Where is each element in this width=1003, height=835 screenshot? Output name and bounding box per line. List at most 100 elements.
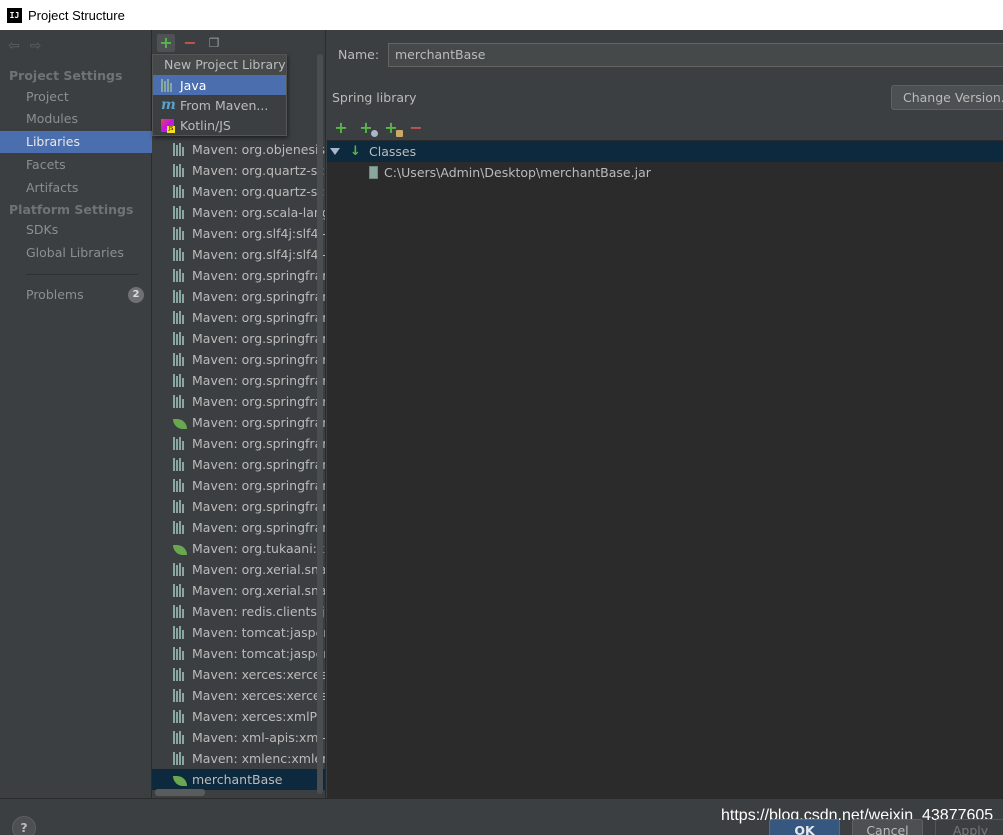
library-row[interactable]: Maven: xmlenc:xmlenc:	[152, 748, 325, 769]
library-name: Maven: org.springfram	[192, 457, 326, 472]
window-title: Project Structure	[28, 7, 125, 23]
library-icon	[173, 164, 188, 177]
library-list-panel: + − ❐ tbay.jetatis:myatis:mynesis:cMaven…	[152, 30, 326, 798]
sidebar-item-project[interactable]: Project	[0, 86, 152, 108]
tree-node-jar[interactable]: C:\Users\Admin\Desktop\merchantBase.jar	[327, 162, 1003, 183]
ok-button[interactable]: OK	[769, 819, 840, 835]
library-row[interactable]: Maven: org.quartz-sche	[152, 181, 326, 202]
sidebar-item-facets[interactable]: Facets	[0, 154, 152, 176]
library-row[interactable]: Maven: org.tukaani:xz:1	[152, 538, 325, 559]
library-row[interactable]: Maven: tomcat:jasper-r	[152, 643, 325, 664]
library-name: Maven: org.springfram	[192, 415, 326, 430]
library-name: Maven: org.springfram	[192, 499, 326, 514]
popup-item-kotlin-js[interactable]: JS Kotlin/JS	[153, 115, 286, 135]
library-row[interactable]: Maven: org.xerial.snapp	[152, 559, 325, 580]
dialog-button-bar: ? https://blog.csdn.net/weixin_43877605 …	[0, 798, 1003, 835]
library-row[interactable]: Maven: org.springfram	[152, 433, 325, 454]
new-library-popup: New Project Library Java m From Maven...…	[152, 54, 287, 136]
library-row[interactable]: Maven: redis.clients:jed	[152, 601, 325, 622]
sidebar-item-libraries[interactable]: Libraries	[0, 131, 152, 153]
help-button[interactable]: ?	[12, 816, 36, 835]
library-row[interactable]: Maven: xerces:xercesIn	[152, 685, 326, 706]
library-name: Maven: org.quartz-sche	[192, 184, 326, 199]
library-name: Maven: xerces:xercesIn	[192, 667, 326, 682]
spring-leaf-icon	[173, 773, 188, 786]
library-icon	[161, 78, 175, 92]
library-name: Maven: org.springfram	[192, 394, 326, 409]
library-row[interactable]: Maven: org.springfram	[152, 517, 325, 538]
library-icon	[173, 227, 188, 240]
add-library-button[interactable]: +	[157, 33, 175, 52]
library-row[interactable]: Maven: org.springfram	[152, 454, 326, 475]
library-list-scrollbar[interactable]	[316, 44, 324, 798]
forward-arrow-icon[interactable]: ⇨	[30, 38, 42, 54]
title-bar: IJ Project Structure	[0, 0, 1003, 30]
library-icon	[173, 143, 188, 156]
kotlin-js-icon: JS	[161, 118, 175, 133]
library-row[interactable]: Maven: org.springfram	[152, 307, 325, 328]
library-name: Maven: org.springfram	[192, 373, 326, 388]
library-name: Maven: xerces:xercesIn	[192, 688, 326, 703]
popup-item-from-maven[interactable]: m From Maven...	[153, 95, 286, 115]
remove-root-button[interactable]: −	[408, 118, 424, 137]
change-version-button[interactable]: Change Version...	[891, 85, 1003, 110]
copy-library-icon[interactable]: ❐	[205, 34, 223, 52]
add-root-button[interactable]: +	[333, 118, 349, 137]
sidebar-item-modules[interactable]: Modules	[0, 108, 152, 130]
library-name-field[interactable]: merchantBase	[388, 43, 1003, 67]
library-name: Maven: org.xerial.snapp	[192, 562, 325, 577]
library-icon	[173, 605, 188, 618]
apply-button[interactable]: Apply	[935, 819, 1003, 835]
sidebar-item-sdks[interactable]: SDKs	[0, 219, 152, 241]
name-label: Name:	[338, 47, 380, 62]
back-arrow-icon[interactable]: ⇦	[8, 38, 20, 54]
library-row[interactable]: Maven: org.quartz-sche	[152, 160, 325, 181]
library-icon	[173, 290, 188, 303]
maven-icon: m	[161, 96, 176, 113]
cancel-button[interactable]: Cancel	[852, 819, 923, 835]
project-settings-header: Project Settings	[9, 68, 123, 83]
library-name: Maven: org.springfram	[192, 268, 326, 283]
attach-classes-button[interactable]: +	[358, 118, 378, 137]
library-icon	[173, 332, 188, 345]
library-icon	[173, 437, 188, 450]
library-row[interactable]: Maven: org.springfram	[152, 349, 325, 370]
library-row[interactable]: Maven: org.springfram	[152, 391, 326, 412]
library-row[interactable]: Maven: org.springfram	[152, 496, 326, 517]
library-icon	[173, 626, 188, 639]
library-icon	[173, 752, 188, 765]
library-row[interactable]: merchantBase	[152, 769, 325, 790]
library-icon	[173, 521, 188, 534]
popup-item-label: Kotlin/JS	[180, 117, 231, 133]
library-row[interactable]: Maven: xerces:xercesIn	[152, 664, 326, 685]
library-row[interactable]: Maven: xml-apis:xml-ap	[152, 727, 325, 748]
library-row[interactable]: Maven: org.xerial.snapp	[152, 580, 325, 601]
library-icon	[173, 311, 188, 324]
library-row[interactable]: Maven: org.springfram	[152, 412, 326, 433]
library-row[interactable]: Maven: org.springfram	[152, 265, 326, 286]
library-row[interactable]: Maven: org.slf4j:slf4j-lo	[152, 244, 325, 265]
popup-item-java[interactable]: Java	[153, 75, 286, 95]
scrollbar-thumb[interactable]	[317, 54, 323, 794]
library-list-hscrollbar[interactable]	[155, 789, 205, 796]
expand-triangle-icon[interactable]	[330, 148, 340, 155]
library-icon	[173, 269, 188, 282]
library-row[interactable]: Maven: xerces:xmlParse	[152, 706, 325, 727]
tree-node-classes[interactable]: ↓ Classes	[327, 141, 1003, 162]
library-row[interactable]: Maven: org.scala-lang:s	[152, 202, 325, 223]
library-row[interactable]: Maven: tomcat:jasper-c	[152, 622, 325, 643]
library-row[interactable]: Maven: org.objenesis:o	[152, 139, 325, 160]
sidebar-item-problems[interactable]: Problems 2	[0, 284, 152, 306]
library-toolbar: + − ❐	[152, 30, 325, 55]
library-row[interactable]: Maven: org.springfram	[152, 475, 325, 496]
library-name: Maven: xmlenc:xmlenc:	[192, 751, 325, 766]
library-row[interactable]: Maven: org.springfram	[152, 286, 325, 307]
remove-library-button[interactable]: −	[181, 33, 199, 52]
library-row[interactable]: Maven: org.springfram	[152, 370, 326, 391]
sidebar-item-global-libraries[interactable]: Global Libraries	[0, 242, 152, 264]
attach-files-button[interactable]: +	[383, 118, 403, 137]
library-row[interactable]: Maven: org.slf4j:slf4j-ap	[152, 223, 325, 244]
sidebar-item-artifacts[interactable]: Artifacts	[0, 177, 152, 199]
spring-leaf-icon	[173, 542, 188, 555]
library-row[interactable]: Maven: org.springfram	[152, 328, 325, 349]
